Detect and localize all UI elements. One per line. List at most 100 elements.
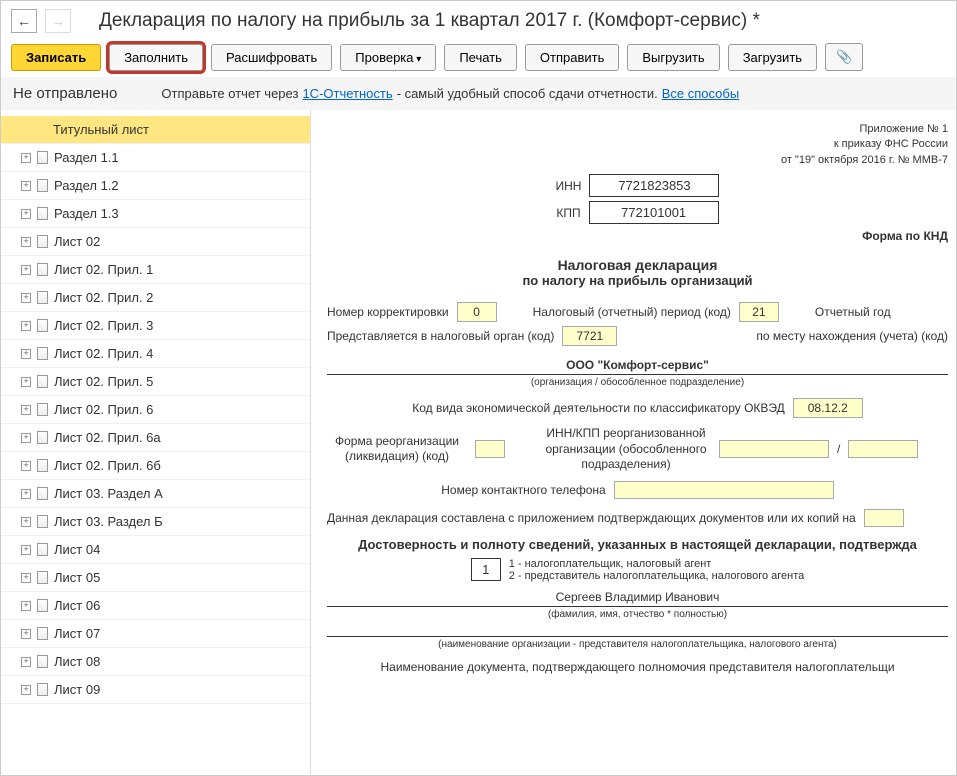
expand-icon[interactable]: + [21,433,31,443]
reorg-inn-field[interactable] [719,440,829,458]
doc-label: Наименование документа, подтверждающего … [327,660,948,674]
sheet-icon [37,207,48,220]
expand-icon[interactable]: + [21,377,31,387]
declaration-title: Налоговая декларация [327,257,948,273]
sidebar-item[interactable]: +Лист 09 [1,676,310,704]
decode-button[interactable]: Расшифровать [211,44,332,71]
sidebar-item[interactable]: +Раздел 1.2 [1,172,310,200]
sidebar-item[interactable]: +Лист 06 [1,592,310,620]
app-line2: к приказу ФНС России [327,137,948,152]
sidebar-item[interactable]: +Лист 04 [1,536,310,564]
sheet-icon [37,431,48,444]
fio: Сергеев Владимир Иванович [327,590,948,604]
sidebar-item[interactable]: +Лист 03. Раздел А [1,480,310,508]
expand-icon[interactable]: + [21,489,31,499]
import-button[interactable]: Загрузить [728,44,817,71]
sidebar-item[interactable]: +Лист 03. Раздел Б [1,508,310,536]
export-button[interactable]: Выгрузить [627,44,719,71]
attach-button[interactable]: 📎 [825,43,863,71]
print-button[interactable]: Печать [444,44,517,71]
expand-icon[interactable]: + [21,293,31,303]
sidebar-item[interactable]: +Лист 02. Прил. 2 [1,284,310,312]
sidebar-item[interactable]: +Раздел 1.3 [1,200,310,228]
fill-button[interactable]: Заполнить [109,44,203,71]
expand-icon[interactable]: + [21,545,31,555]
sheet-icon [37,403,48,416]
sidebar-item[interactable]: +Лист 02. Прил. 1 [1,256,310,284]
sidebar-item[interactable]: +Лист 05 [1,564,310,592]
sidebar-item[interactable]: +Лист 02. Прил. 4 [1,340,310,368]
sheet-icon [37,347,48,360]
rep-code-field[interactable]: 1 [471,558,501,581]
app-line1: Приложение № 1 [327,122,948,137]
sheet-icon [37,543,48,556]
expand-icon[interactable]: + [21,405,31,415]
check-button[interactable]: Проверка [340,44,436,71]
year-label: Отчетный год [815,305,891,319]
kpp-label: КПП [556,206,580,220]
record-button[interactable]: Записать [11,44,101,71]
form-content: Приложение № 1 к приказу ФНС России от "… [311,110,956,775]
tax-org-field[interactable]: 7721 [562,326,617,346]
corr-field[interactable]: 0 [457,302,497,322]
sidebar-item[interactable]: +Раздел 1.1 [1,144,310,172]
reorg-kpp-field[interactable] [848,440,918,458]
expand-icon[interactable]: + [21,349,31,359]
kpp-field[interactable]: 772101001 [589,201,719,224]
sheet-icon [37,235,48,248]
rep-hint2: 2 - представитель налогоплательщика, нал… [509,570,805,582]
sidebar-item-title[interactable]: Титульный лист [1,116,310,144]
link-1c[interactable]: 1С-Отчетность [302,86,392,101]
reorg-inn3: подразделения) [541,457,711,473]
sheet-icon [37,683,48,696]
expand-icon[interactable]: + [21,181,31,191]
location-label: по месту нахождения (учета) (код) [756,329,948,343]
sidebar-item[interactable]: +Лист 07 [1,620,310,648]
reorg-code-field[interactable] [475,440,505,458]
sheet-icon [37,319,48,332]
back-button[interactable]: ← [11,9,37,33]
sheet-icon [37,179,48,192]
fio-caption: (фамилия, имя, отчество * полностью) [327,609,948,620]
sidebar-item[interactable]: +Лист 02. Прил. 6 [1,396,310,424]
expand-icon[interactable]: + [21,209,31,219]
sidebar-item[interactable]: +Лист 08 [1,648,310,676]
expand-icon[interactable]: + [21,517,31,527]
sidebar: Титульный лист +Раздел 1.1 +Раздел 1.2 +… [1,110,311,775]
okved-label: Код вида экономической деятельности по к… [412,401,785,415]
expand-icon[interactable]: + [21,685,31,695]
sidebar-item[interactable]: +Лист 02. Прил. 6б [1,452,310,480]
link-all-methods[interactable]: Все способы [662,86,739,101]
inn-field[interactable]: 7721823853 [589,174,719,197]
period-field[interactable]: 21 [739,302,779,322]
expand-icon[interactable]: + [21,265,31,275]
sidebar-item[interactable]: +Лист 02. Прил. 3 [1,312,310,340]
corr-label: Номер корректировки [327,305,449,319]
attach-label: Данная декларация составлена с приложени… [327,511,856,525]
expand-icon[interactable]: + [21,461,31,471]
expand-icon[interactable]: + [21,601,31,611]
reorg-label2: (ликвидация) (код) [327,449,467,465]
expand-icon[interactable]: + [21,321,31,331]
inn-label: ИНН [556,179,582,193]
org-name: ООО "Комфорт-сервис" [327,358,948,372]
send-button[interactable]: Отправить [525,44,619,71]
expand-icon[interactable]: + [21,153,31,163]
sidebar-item[interactable]: +Лист 02. Прил. 5 [1,368,310,396]
sheet-icon [37,151,48,164]
forward-button[interactable]: → [45,9,71,33]
attach-count-field[interactable] [864,509,904,527]
phone-label: Номер контактного телефона [441,483,605,497]
page-title: Декларация по налогу на прибыль за 1 ква… [99,10,760,32]
phone-field[interactable] [614,481,834,499]
tax-org-label: Представляется в налоговый орган (код) [327,329,554,343]
expand-icon[interactable]: + [21,573,31,583]
expand-icon[interactable]: + [21,237,31,247]
expand-icon[interactable]: + [21,629,31,639]
expand-icon[interactable]: + [21,657,31,667]
sidebar-item[interactable]: +Лист 02 [1,228,310,256]
app-line3: от "19" октября 2016 г. № ММВ-7 [327,153,948,168]
okved-field[interactable]: 08.12.2 [793,398,863,418]
period-label: Налоговый (отчетный) период (код) [533,305,731,319]
sidebar-item[interactable]: +Лист 02. Прил. 6а [1,424,310,452]
